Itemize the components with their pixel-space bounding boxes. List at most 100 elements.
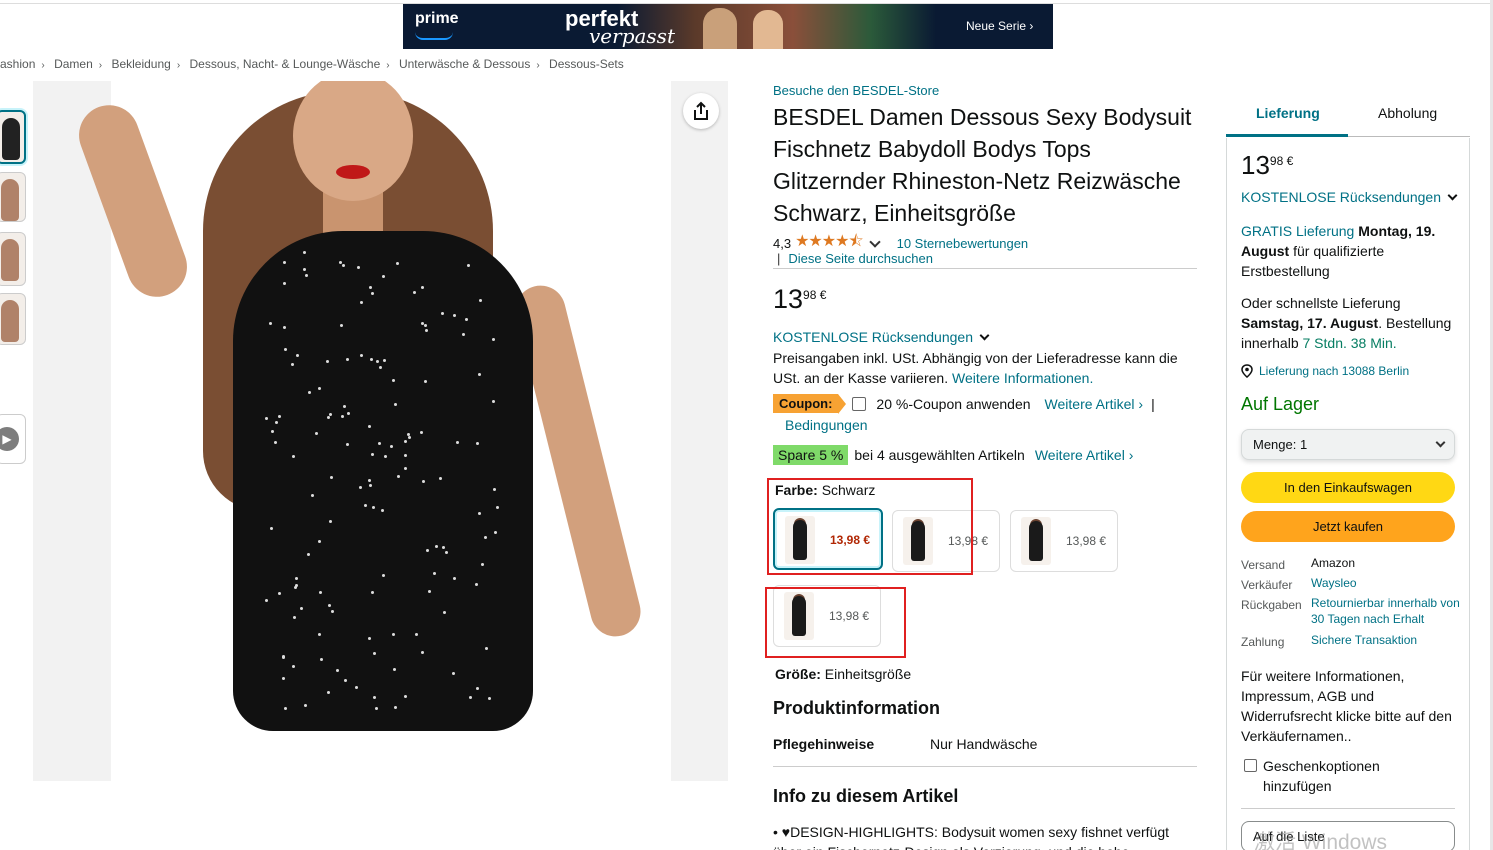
rhinestone-decoration: [426, 549, 429, 552]
rhinestone-decoration: [481, 563, 484, 566]
ships-from-key: Versand: [1241, 558, 1286, 572]
rhinestone-decoration: [304, 704, 307, 707]
rhinestone-decoration: [378, 442, 381, 445]
rhinestone-decoration: [476, 442, 479, 445]
breadcrumb: ashion › Damen › Bekleidung › Dessous, Nach…: [0, 57, 624, 71]
seller-link[interactable]: Waysleo: [1311, 575, 1461, 591]
secure-transaction-link[interactable]: Sichere Transaktion: [1311, 632, 1461, 648]
free-returns-link[interactable]: KOSTENLOSE Rücksendungen: [773, 329, 996, 345]
coupon-checkbox[interactable]: [852, 396, 867, 411]
rhinestone-decoration: [496, 506, 499, 509]
free-delivery-link[interactable]: GRATIS Lieferung: [1241, 223, 1354, 239]
buy-now-button[interactable]: Jetzt kaufen: [1241, 511, 1455, 542]
rhinestone-decoration: [329, 413, 332, 416]
model-lips: [336, 165, 370, 179]
rhinestone-decoration: [278, 592, 281, 595]
tab-delivery[interactable]: Lieferung: [1256, 105, 1320, 121]
rhinestone-decoration: [372, 506, 375, 509]
main-product-image[interactable]: [33, 81, 728, 781]
rhinestone-decoration: [478, 373, 481, 376]
rhinestone-decoration: [292, 665, 295, 668]
stock-status: Auf Lager: [1241, 394, 1320, 414]
product-price: 1398 €: [773, 284, 826, 315]
color-swatch[interactable]: 13,98 €: [1010, 510, 1118, 572]
banner-cta[interactable]: Neue Serie ›: [966, 19, 1033, 33]
breadcrumb-item[interactable]: Unterwäsche & Dessous: [399, 57, 530, 71]
rhinestone-decoration: [295, 577, 298, 580]
rhinestone-decoration: [296, 354, 299, 357]
rhinestone-decoration: [443, 611, 446, 614]
chevron-down-icon[interactable]: [868, 236, 881, 248]
fastest-date: Samstag, 17. August: [1241, 315, 1379, 331]
rhinestone-decoration: [494, 531, 497, 534]
ratings-count-link[interactable]: 10 Sternebewertungen: [897, 236, 1029, 251]
coupon-conditions-link[interactable]: Bedingungen: [785, 417, 868, 433]
rhinestone-decoration: [382, 574, 385, 577]
breadcrumb-item[interactable]: Bekleidung: [111, 57, 170, 71]
gift-checkbox[interactable]: [1244, 759, 1257, 772]
returns-policy-link[interactable]: Retournierbar innerhalb von 30 Tagen nac…: [1311, 595, 1461, 627]
gift-options-row[interactable]: Geschenkoptionen hinzufügen: [1244, 756, 1403, 796]
price-note: Preisangaben inkl. USt. Abhängig von der…: [773, 348, 1193, 388]
delivery-info: GRATIS Lieferung Montag, 19. August für …: [1241, 221, 1461, 281]
annotation-highlight-box: [765, 587, 906, 658]
share-button[interactable]: [683, 93, 719, 129]
windows-activation-watermark: 激活 Windows: [1254, 831, 1388, 850]
rhinestone-decoration: [379, 366, 382, 369]
rhinestone-decoration: [469, 696, 472, 699]
breadcrumb-item[interactable]: Dessous, Nacht- & Lounge-Wäsche: [190, 57, 381, 71]
more-info-link[interactable]: Weitere Informationen.: [952, 370, 1093, 386]
rhinestone-decoration: [394, 706, 397, 709]
rhinestone-decoration: [442, 546, 445, 549]
coupon-row: Coupon: 20 %-Coupon anwenden Weitere Art…: [773, 394, 1155, 414]
rhinestone-decoration: [343, 405, 346, 408]
breadcrumb-item[interactable]: Damen: [54, 57, 93, 71]
rhinestone-decoration: [347, 412, 350, 415]
rhinestone-decoration: [373, 696, 376, 699]
image-thumbnail[interactable]: [0, 293, 26, 345]
delivery-location-link[interactable]: Lieferung nach 13088 Berlin: [1241, 364, 1409, 378]
rhinestone-decoration: [404, 695, 407, 698]
rhinestone-decoration: [307, 553, 310, 556]
quantity-select[interactable]: Menge: 1: [1241, 429, 1455, 460]
breadcrumb-item[interactable]: ashion: [0, 57, 35, 71]
rhinestone-decoration: [346, 358, 349, 361]
coupon-text[interactable]: 20 %-Coupon anwenden: [876, 396, 1030, 412]
rhinestone-decoration: [371, 453, 374, 456]
seller-info-text: Für weitere Informationen, Impressum, AG…: [1241, 668, 1452, 744]
rhinestone-decoration: [421, 651, 424, 654]
image-thumbnail[interactable]: [0, 232, 26, 286]
savings-more-items-link[interactable]: Weitere Artikel ›: [1035, 447, 1134, 463]
image-thumbnail[interactable]: [0, 110, 26, 164]
fastest-delivery-info: Oder schnellste Lieferung Samstag, 17. A…: [1241, 293, 1461, 353]
feature-bullet: • ♥DESIGN-HIGHLIGHTS: Bodysuit women sex…: [773, 822, 1193, 850]
free-returns-link[interactable]: KOSTENLOSE Rücksendungen: [1241, 189, 1464, 205]
rhinestone-decoration: [396, 262, 399, 265]
rhinestone-decoration: [340, 324, 343, 327]
rhinestone-decoration: [390, 445, 393, 448]
video-thumbnail[interactable]: ▶: [0, 414, 26, 464]
tab-pickup[interactable]: Abholung: [1378, 105, 1437, 121]
store-link[interactable]: Besuche den BESDEL-Store: [773, 83, 939, 98]
rhinestone-decoration: [300, 607, 303, 610]
rhinestone-decoration: [331, 610, 334, 613]
price-whole: 13: [1241, 150, 1270, 180]
rhinestone-decoration: [368, 479, 371, 482]
coupon-more-items-link[interactable]: Weitere Artikel ›: [1045, 396, 1144, 412]
add-to-cart-button[interactable]: In den Einkaufswagen: [1241, 472, 1455, 503]
rhinestone-decoration: [283, 261, 286, 264]
rhinestone-decoration: [453, 577, 456, 580]
free-returns-label: KOSTENLOSE Rücksendungen: [1241, 189, 1441, 205]
savings-row: Spare 5 % bei 4 ausgewählten Artikeln We…: [773, 445, 1133, 465]
swatch-image: [1021, 517, 1051, 565]
search-page-link[interactable]: Diese Seite durchsuchen: [788, 251, 933, 266]
rhinestone-decoration: [462, 333, 465, 336]
breadcrumb-item[interactable]: Dessous-Sets: [549, 57, 624, 71]
divider: [773, 766, 1197, 767]
rhinestone-decoration: [453, 314, 456, 317]
prime-video-banner[interactable]: prime perfekt verpasst Neue Serie ›: [403, 4, 1053, 49]
image-thumbnail[interactable]: [0, 172, 26, 222]
divider: [773, 268, 1197, 269]
rhinestone-decoration: [467, 264, 470, 267]
rhinestone-decoration: [425, 329, 428, 332]
